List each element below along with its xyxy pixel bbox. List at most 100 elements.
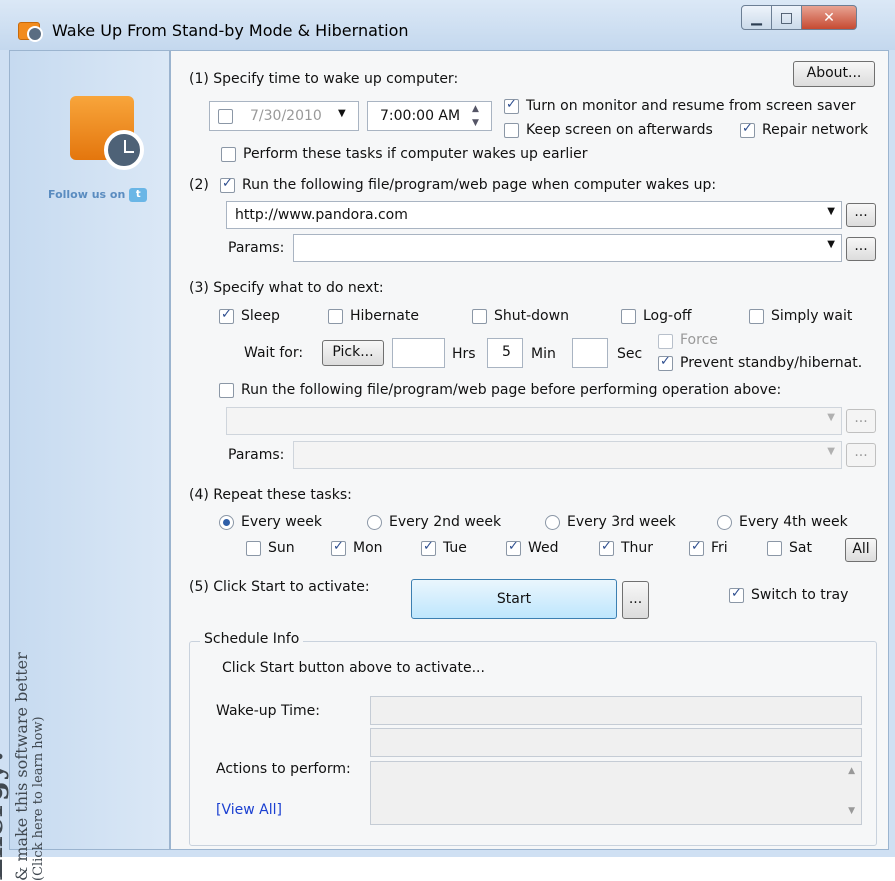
actions-label: Actions to perform: (216, 761, 351, 777)
day-tue-checkbox[interactable] (421, 539, 436, 556)
every-2nd-week-radio[interactable] (367, 515, 382, 530)
run-before-checkbox[interactable] (219, 383, 234, 398)
every-4th-week-radio[interactable] (717, 515, 732, 530)
switch-to-tray-checkbox[interactable] (729, 586, 744, 603)
schedule-message: Click Start button above to activate... (222, 660, 485, 676)
day-sun-checkbox[interactable] (246, 541, 261, 556)
every-3rd-week-label: Every 3rd week (567, 514, 676, 530)
scroll-down-icon[interactable]: ▼ (848, 806, 855, 816)
day-wed-checkbox[interactable] (506, 539, 521, 556)
minutes-value: 5 (502, 344, 511, 360)
start-button[interactable]: Start (411, 579, 617, 619)
twitter-icon[interactable]: t (129, 188, 148, 202)
force-checkbox[interactable] (658, 334, 673, 349)
force-label: Force (680, 332, 718, 348)
close-button[interactable]: ✕ (802, 5, 857, 30)
sleep-label: Sleep (241, 308, 280, 324)
about-button[interactable]: About... (793, 61, 875, 87)
title-bar: Wake Up From Stand-by Mode & Hibernation… (0, 0, 895, 50)
day-mon-checkbox[interactable] (331, 539, 346, 556)
maximize-button[interactable]: □ (772, 5, 802, 30)
params-combobox[interactable] (293, 234, 842, 262)
perform-earlier-label: Perform these tasks if computer wakes up… (243, 146, 588, 162)
sec-label: Sec (617, 346, 643, 362)
scroll-up-icon[interactable]: ▲ (848, 766, 855, 776)
chevron-down-icon: ▼ (338, 108, 346, 119)
repair-network-label: Repair network (762, 122, 869, 138)
step3-label: (3) Specify what to do next: (189, 280, 384, 296)
spin-icon[interactable]: ▲ ▼ (472, 102, 479, 130)
run-after-wake-checkbox[interactable] (220, 176, 235, 193)
hibernate-checkbox[interactable] (328, 309, 343, 324)
repair-network-checkbox[interactable] (740, 121, 755, 138)
min-label: Min (531, 346, 556, 362)
logoff-label: Log-off (643, 308, 692, 324)
energy-heading: Let's Save Energy! (0, 749, 10, 881)
prevent-standby-checkbox[interactable] (658, 354, 673, 371)
wake-time-label: Wake-up Time: (216, 703, 320, 719)
day-fri-checkbox[interactable] (689, 539, 704, 556)
app-window: Wake Up From Stand-by Mode & Hibernation… (0, 0, 895, 881)
time-picker[interactable]: 7:00:00 AM ▲ ▼ (367, 101, 492, 131)
day-sat-checkbox[interactable] (767, 541, 782, 556)
turn-on-monitor-checkbox[interactable] (504, 97, 519, 114)
simply-wait-checkbox[interactable] (749, 309, 764, 324)
keep-screen-label: Keep screen on afterwards (526, 122, 713, 138)
browse-url-button[interactable]: ... (846, 203, 876, 227)
date-picker[interactable]: 7/30/2010 ▼ (209, 101, 359, 131)
url-combobox[interactable]: http://www.pandora.com (226, 201, 842, 229)
day-fri-label: Fri (711, 540, 728, 556)
every-week-radio[interactable] (219, 515, 234, 530)
energy-subheading: & make this software better (12, 652, 31, 881)
logoff-checkbox[interactable] (621, 309, 636, 324)
run-before-browse-button[interactable]: ... (846, 409, 876, 433)
day-thur-checkbox[interactable] (599, 539, 614, 556)
minutes-input[interactable]: 5 (487, 338, 523, 368)
time-value: 7:00:00 AM (380, 108, 461, 124)
save-energy-banner[interactable]: Let's Save Energy! & make this software … (0, 581, 100, 881)
day-wed-label: Wed (528, 540, 559, 556)
day-tue-label: Tue (443, 540, 467, 556)
day-mon-label: Mon (353, 540, 383, 556)
seconds-input[interactable] (572, 338, 608, 368)
energy-link-text: (Click here to learn how) (31, 716, 46, 881)
sidebar: Follow us ont Let's Save Energy! & make … (0, 50, 170, 881)
step5-label: (5) Click Start to activate: (189, 579, 370, 595)
hours-input[interactable] (392, 338, 445, 368)
keep-screen-checkbox[interactable] (504, 123, 519, 138)
run-before-combobox[interactable] (226, 407, 842, 435)
wait-for-label: Wait for: (244, 345, 304, 361)
run-before-params-label: Params: (228, 447, 285, 463)
window-title: Wake Up From Stand-by Mode & Hibernation (52, 21, 409, 40)
wake-time-field (370, 696, 862, 725)
sleep-checkbox[interactable] (219, 307, 234, 324)
app-logo (70, 96, 144, 170)
wake-time-extra-field (370, 728, 862, 757)
pick-button[interactable]: Pick... (322, 340, 384, 366)
step4-label: (4) Repeat these tasks: (189, 487, 352, 503)
schedule-info-title: Schedule Info (200, 631, 304, 647)
run-before-params-combobox[interactable] (293, 441, 842, 469)
start-options-button[interactable]: ... (622, 581, 649, 619)
main-panel: About... (1) Specify time to wake up com… (170, 50, 889, 850)
view-all-link[interactable]: [View All] (216, 802, 282, 818)
app-icon (18, 22, 43, 42)
run-after-wake-label: Run the following file/program/web page … (242, 177, 717, 193)
run-before-label: Run the following file/program/web page … (241, 382, 782, 398)
date-enabled-checkbox[interactable] (218, 109, 233, 124)
switch-to-tray-label: Switch to tray (751, 587, 849, 603)
url-value: http://www.pandora.com (235, 207, 408, 223)
follow-us[interactable]: Follow us on t (48, 188, 148, 202)
every-week-label: Every week (241, 514, 323, 530)
run-before-params-browse-button[interactable]: ... (846, 443, 876, 467)
day-sat-label: Sat (789, 540, 812, 556)
every-3rd-week-radio[interactable] (545, 515, 560, 530)
shutdown-label: Shut-down (494, 308, 569, 324)
shutdown-checkbox[interactable] (472, 309, 487, 324)
perform-earlier-checkbox[interactable] (221, 147, 236, 162)
browse-params-button[interactable]: ... (846, 237, 876, 261)
close-icon: ✕ (823, 9, 835, 26)
minimize-button[interactable]: ▁ (741, 5, 772, 30)
actions-field[interactable]: ▲ ▼ (370, 761, 862, 825)
select-all-days-button[interactable]: All (845, 538, 877, 562)
